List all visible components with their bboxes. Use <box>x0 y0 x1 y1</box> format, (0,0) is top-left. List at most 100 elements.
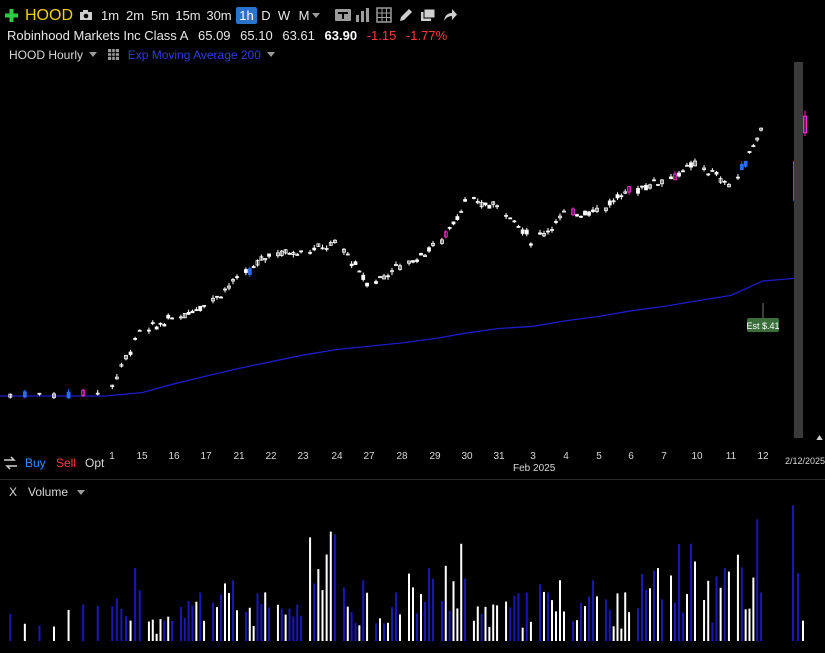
volume-bar <box>276 604 279 641</box>
swap-icon[interactable] <box>3 456 18 475</box>
volume-bar <box>517 593 520 641</box>
volume-bar <box>260 604 263 641</box>
candle <box>722 180 727 183</box>
volume-bar <box>280 608 283 641</box>
volume-bar <box>375 623 377 641</box>
candle <box>374 281 378 284</box>
candle <box>244 269 248 273</box>
candle <box>166 314 171 319</box>
volume-bar <box>256 593 259 641</box>
volume-bar <box>596 596 598 641</box>
volume-bar <box>248 607 251 641</box>
volume-bar <box>151 619 154 641</box>
volume-bar <box>171 620 174 641</box>
volume-bar <box>333 534 336 641</box>
volume-bar <box>300 615 303 641</box>
volume-bar <box>379 618 381 641</box>
candle <box>685 164 689 167</box>
volume-bar <box>472 620 475 641</box>
x-tick-label: 17 <box>200 451 212 462</box>
volume-bar <box>155 633 158 641</box>
volume-bar <box>802 620 804 641</box>
candle <box>579 215 583 218</box>
volume-bar <box>690 543 692 641</box>
volume-bar <box>236 610 238 641</box>
candle <box>215 295 219 298</box>
candle <box>133 338 138 340</box>
volume-bar <box>620 628 623 641</box>
candle <box>512 220 517 223</box>
volume-bar <box>707 580 710 641</box>
volume-bar <box>342 587 345 641</box>
volume-bar <box>420 594 422 641</box>
candle <box>538 232 542 235</box>
volume-bar <box>313 583 316 641</box>
volume-bar <box>612 626 615 641</box>
volume-bar <box>129 620 132 641</box>
candle <box>529 243 533 246</box>
volume-bar <box>387 622 389 641</box>
candle <box>554 221 558 223</box>
candle <box>520 229 525 234</box>
x-tick-label: 22 <box>265 451 277 462</box>
volume-bar <box>641 573 643 641</box>
price-chart[interactable]: Est $.41 <box>0 0 825 440</box>
volume-bar <box>736 554 739 641</box>
volume-bar <box>628 612 631 641</box>
sell-button[interactable]: Sell <box>56 454 76 472</box>
volume-bar <box>232 580 234 641</box>
volume-bar <box>674 602 676 641</box>
x-tick-label: 3 <box>530 451 536 462</box>
volume-bar <box>220 594 222 641</box>
volume-bar <box>195 601 198 641</box>
buy-button[interactable]: Buy <box>25 454 46 472</box>
volume-chart[interactable] <box>0 493 825 653</box>
volume-bar <box>588 596 590 641</box>
volume-bar <box>539 584 541 641</box>
scroll-down-arrow-icon[interactable] <box>815 435 824 440</box>
volume-bar <box>740 567 743 641</box>
candle <box>287 252 292 255</box>
volume-bar <box>682 612 684 641</box>
volume-bar <box>715 576 718 641</box>
volume-bar <box>792 505 794 641</box>
candle <box>349 263 354 267</box>
volume-bar <box>756 519 759 641</box>
candle <box>739 163 744 171</box>
candle <box>312 247 317 251</box>
volume-bar <box>288 608 291 641</box>
volume-bar <box>543 591 545 641</box>
candle <box>644 184 648 191</box>
volume-bar <box>513 595 516 641</box>
pane-divider[interactable] <box>0 479 825 480</box>
volume-bar <box>572 621 574 641</box>
volume-bar <box>167 616 170 641</box>
volume-bar <box>284 614 287 641</box>
right-scrollbar[interactable] <box>794 62 803 438</box>
volume-bar <box>480 613 483 641</box>
volume-bar <box>509 607 512 641</box>
volume-bar <box>264 592 267 641</box>
options-button[interactable]: Opt <box>85 454 104 472</box>
candle <box>587 211 591 216</box>
volume-bar <box>416 613 418 641</box>
candle <box>472 197 476 199</box>
candle <box>524 229 529 235</box>
volume-bar <box>424 601 426 641</box>
earnings-marker[interactable]: Est $.41 <box>746 303 780 332</box>
volume-bar <box>329 531 332 641</box>
month-label: Feb 2025 <box>513 463 556 474</box>
volume-bar <box>366 592 369 641</box>
volume-bar <box>744 609 747 641</box>
volume-bar <box>203 620 206 641</box>
x-tick-label: 10 <box>691 451 703 462</box>
volume-bar <box>67 609 70 641</box>
date-label: 2/12/2025 <box>785 456 825 466</box>
volume-bar <box>350 611 353 641</box>
volume-bar <box>252 626 255 641</box>
volume-bar <box>488 627 491 641</box>
volume-bar <box>296 604 299 641</box>
candle <box>128 351 133 355</box>
volume-bar <box>703 599 706 641</box>
volume-bar <box>452 581 455 641</box>
